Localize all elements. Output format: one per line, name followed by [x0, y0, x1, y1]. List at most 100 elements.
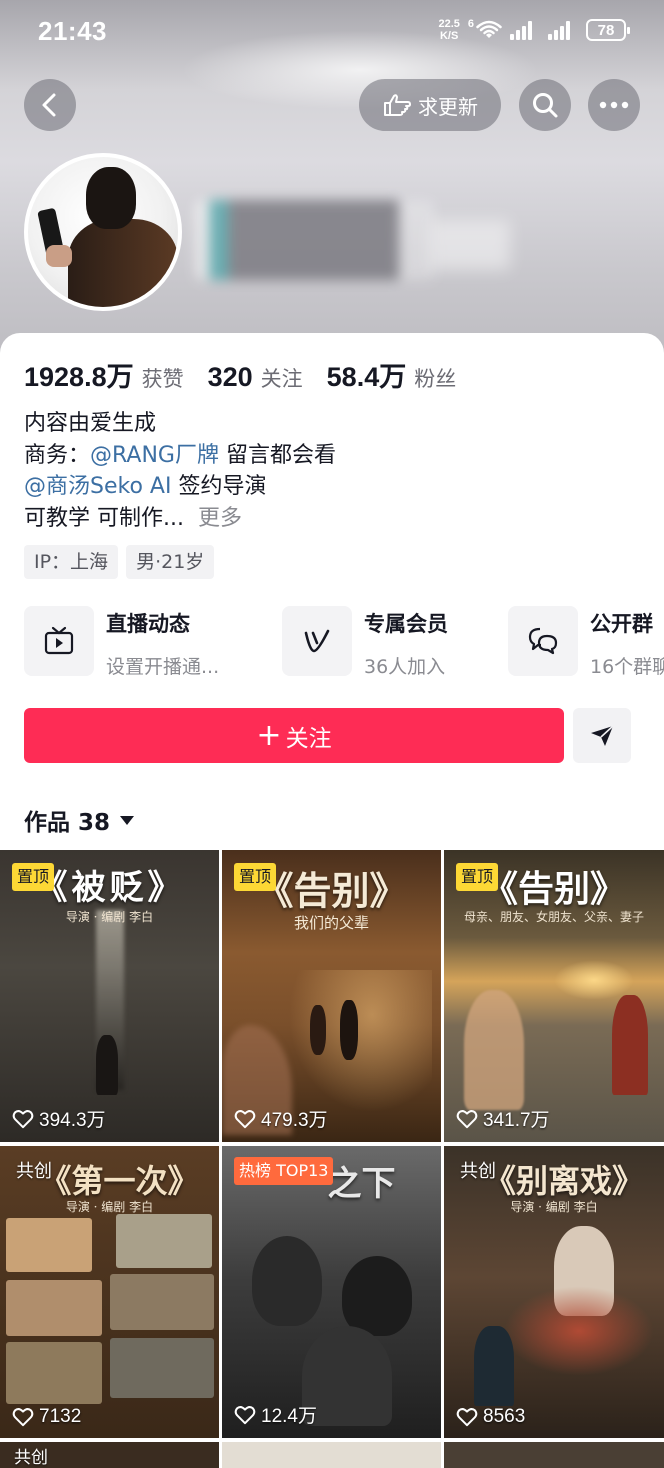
- network-speed-unit: K/S: [439, 30, 459, 42]
- heart-icon: [456, 1109, 478, 1128]
- feature-group-icon-box: [508, 606, 578, 676]
- avatar-figure-head: [86, 167, 136, 229]
- profile-bio: 内容由爱生成 商务：@RANG厂牌 留言都会看 @商汤Seko AI 签约导演 …: [24, 408, 336, 534]
- tile-art-photo: [110, 1338, 214, 1398]
- feature-live-title: 直播动态: [106, 612, 190, 636]
- feature-membership-icon-box: [282, 606, 352, 676]
- stat-likes-label: 获赞: [141, 367, 184, 391]
- plus-icon: +: [256, 717, 282, 753]
- tile-art-photo: [110, 1274, 214, 1330]
- tile-art-figure: [252, 1236, 322, 1326]
- network-speed-value: 22.5: [438, 18, 460, 30]
- avatar-figure-body: [68, 219, 178, 307]
- hot-ranking-badge: 热榜 TOP13: [234, 1157, 334, 1185]
- stat-following-label: 关注: [260, 367, 303, 391]
- stat-likes[interactable]: 1928.8万 获赞: [24, 355, 184, 394]
- follow-button[interactable]: + 关注: [24, 708, 564, 763]
- video-likes: 7132: [12, 1406, 81, 1428]
- signal-icon-2: [548, 20, 570, 40]
- video-tile[interactable]: 《告别》 我们的父辈 置顶 479.3万: [222, 850, 441, 1142]
- signal-icon: [510, 20, 532, 40]
- video-likes: 8563: [456, 1406, 525, 1428]
- video-tile[interactable]: 之下 热榜 TOP13 12.4万: [222, 1146, 441, 1438]
- search-icon: [533, 93, 558, 118]
- tile-art-figure: [474, 1326, 514, 1406]
- pointing-hand-icon: [384, 94, 411, 116]
- heart-icon: [234, 1109, 256, 1128]
- video-likes: 394.3万: [12, 1105, 106, 1132]
- stat-followers-label: 粉丝: [414, 367, 457, 391]
- video-grid: 《被贬》 导演 · 编剧 李白 置顶 394.3万 《告别》 我们的父辈 置顶 …: [0, 850, 664, 1468]
- video-subtitle: 我们的父辈: [293, 914, 369, 932]
- search-button[interactable]: [519, 79, 571, 131]
- mention-link-rang[interactable]: @RANG厂牌: [90, 443, 219, 468]
- back-button[interactable]: [24, 79, 76, 131]
- video-likes-count: 8563: [483, 1406, 526, 1427]
- feature-cards: 直播动态 设置开播通... 专属会员 36人加入 公开群 16个群聊: [24, 606, 664, 682]
- more-options-button[interactable]: [588, 79, 640, 131]
- stat-following[interactable]: 320 关注: [208, 362, 303, 393]
- chat-icon: [528, 627, 558, 655]
- tile-art-hand: [464, 990, 524, 1110]
- battery-level: 78: [597, 21, 615, 39]
- video-tile-partial[interactable]: [444, 1442, 664, 1468]
- bio-line-3: @商汤Seko AI 签约导演: [24, 471, 336, 503]
- tag-gender-age: 男·21岁: [126, 545, 215, 579]
- tv-icon: [44, 626, 74, 655]
- network-type: 6: [467, 18, 474, 30]
- video-likes-count: 394.3万: [39, 1110, 106, 1131]
- avatar[interactable]: [24, 153, 182, 311]
- bio-line-1: 内容由爱生成: [24, 411, 157, 436]
- stat-likes-value: 1928.8万: [24, 362, 134, 392]
- pinned-badge: 置顶: [234, 863, 277, 891]
- video-likes-count: 7132: [39, 1406, 82, 1427]
- video-tile[interactable]: 《告别》 母亲、朋友、女朋友、父亲、妻子 置顶 341.7万: [444, 850, 664, 1142]
- more-dots-icon: [599, 101, 629, 109]
- video-tile-partial[interactable]: 共创: [0, 1442, 219, 1468]
- profile-stats: 1928.8万 获赞 320 关注 58.4万 粉丝: [24, 355, 480, 394]
- pinned-badge: 置顶: [12, 863, 55, 891]
- status-icons: 22.5 K/S 6 78: [438, 18, 630, 42]
- bio-more-link[interactable]: 更多: [198, 506, 242, 531]
- feature-live[interactable]: 直播动态 设置开播通...: [24, 606, 219, 682]
- feature-live-subtitle: 设置开播通...: [106, 656, 220, 678]
- username-blurred: [195, 200, 435, 280]
- stat-following-value: 320: [207, 362, 253, 392]
- avatar-hand-shape: [46, 245, 72, 267]
- feature-membership[interactable]: 专属会员 36人加入: [282, 606, 448, 682]
- stat-followers[interactable]: 58.4万 粉丝: [327, 355, 457, 394]
- bio-line-2: 商务：@RANG厂牌 留言都会看: [24, 440, 336, 472]
- video-tile[interactable]: 《第一次》 导演 · 编剧 李白 共创 7132: [0, 1146, 219, 1438]
- tile-art-sun: [554, 960, 634, 1000]
- feature-public-group[interactable]: 公开群 16个群聊: [508, 606, 664, 682]
- send-arrow-icon: [591, 724, 614, 746]
- follow-label: 关注: [285, 725, 332, 752]
- request-update-button[interactable]: 求更新: [359, 79, 501, 131]
- heart-icon: [12, 1408, 34, 1427]
- works-tab[interactable]: 作品 38: [24, 803, 135, 837]
- video-subtitle: 母亲、朋友、女朋友、父亲、妻子: [463, 910, 644, 924]
- video-subtitle: 导演 · 编剧 李白: [65, 1200, 154, 1214]
- profile-tags: IP：上海 男·21岁: [24, 545, 215, 579]
- v-icon: [304, 629, 330, 653]
- send-message-button[interactable]: [573, 708, 631, 763]
- feature-group-text: 公开群 16个群聊: [590, 606, 664, 682]
- feature-group-subtitle: 16个群聊: [590, 656, 664, 678]
- video-tile[interactable]: 《被贬》 导演 · 编剧 李白 置顶 394.3万: [0, 850, 219, 1142]
- bio-line-4: 可教学 可制作... 更多: [24, 503, 336, 535]
- tile-art-figure: [96, 1035, 118, 1095]
- video-tile[interactable]: 《别离戏》 导演 · 编剧 李白 共创 8563: [444, 1146, 664, 1438]
- feature-live-icon-box: [24, 606, 94, 676]
- feature-membership-subtitle: 36人加入: [364, 656, 446, 678]
- video-tile-partial[interactable]: [222, 1442, 441, 1468]
- video-likes-count: 479.3万: [261, 1110, 328, 1131]
- mention-link-seko[interactable]: @商汤Seko AI: [24, 474, 171, 499]
- tile-art-photo: [6, 1280, 102, 1336]
- works-tab-label: 作品 38: [24, 810, 111, 836]
- co-creation-badge: 共创: [16, 1161, 52, 1182]
- bio-line-3-suffix: 签约导演: [171, 474, 267, 499]
- feature-group-title: 公开群: [590, 612, 653, 636]
- heart-icon: [12, 1109, 34, 1128]
- tile-art-photo: [6, 1218, 92, 1272]
- pinned-badge: 置顶: [456, 863, 499, 891]
